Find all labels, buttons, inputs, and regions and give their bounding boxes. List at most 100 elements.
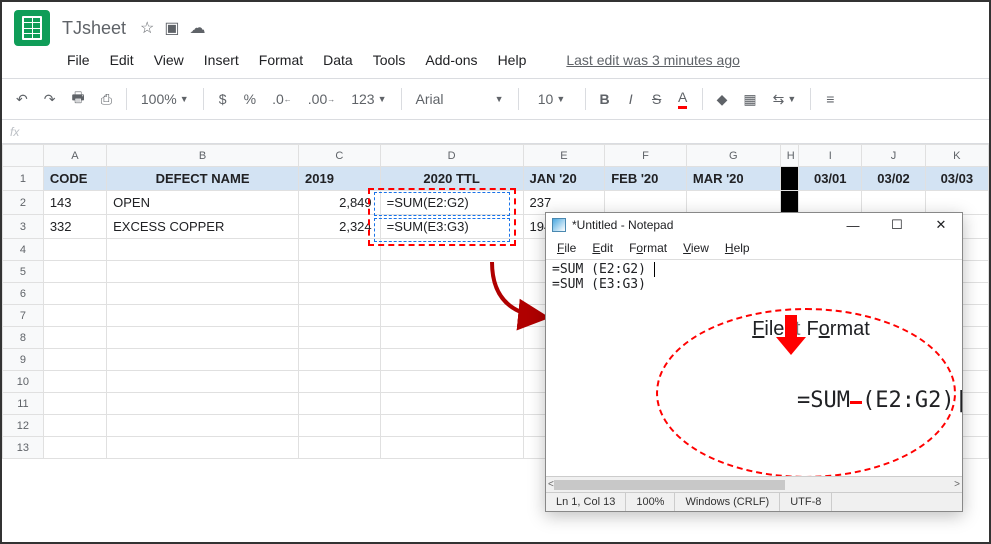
cell[interactable]	[107, 371, 299, 393]
cell[interactable]	[380, 327, 523, 349]
cell[interactable]	[299, 327, 381, 349]
cell[interactable]	[799, 191, 862, 215]
decrease-decimal-button[interactable]: .0←	[266, 87, 298, 111]
cell[interactable]	[299, 371, 381, 393]
cell[interactable]: DEFECT NAME	[107, 167, 299, 191]
menu-file[interactable]: File	[58, 48, 99, 72]
cell[interactable]: EXCESS COPPER	[107, 215, 299, 239]
undo-button[interactable]: ↶	[10, 87, 34, 112]
row-header[interactable]: 13	[3, 437, 44, 459]
cell[interactable]	[107, 437, 299, 459]
cell[interactable]	[380, 283, 523, 305]
cell[interactable]	[107, 283, 299, 305]
cell[interactable]: 03/03	[925, 167, 988, 191]
redo-button[interactable]: ↷	[38, 87, 62, 112]
cell[interactable]: MAR '20	[686, 167, 780, 191]
cell[interactable]	[107, 327, 299, 349]
menu-insert[interactable]: Insert	[195, 48, 248, 72]
text-color-button[interactable]: A	[672, 85, 694, 113]
col-header-H[interactable]: H	[780, 145, 798, 167]
cell[interactable]: 2019	[299, 167, 381, 191]
cell[interactable]	[107, 349, 299, 371]
cell[interactable]	[299, 415, 381, 437]
percent-button[interactable]: %	[238, 87, 262, 111]
close-button[interactable]: ✕	[922, 217, 960, 233]
cell[interactable]	[43, 393, 106, 415]
col-header-K[interactable]: K	[925, 145, 988, 167]
menu-addons[interactable]: Add-ons	[416, 48, 486, 72]
cell[interactable]	[107, 239, 299, 261]
cell[interactable]	[605, 191, 687, 215]
cell[interactable]	[380, 415, 523, 437]
cell[interactable]	[380, 261, 523, 283]
cloud-icon[interactable]: ☁	[190, 18, 206, 38]
row-header[interactable]: 10	[3, 371, 44, 393]
row-header[interactable]: 1	[3, 167, 44, 191]
italic-button[interactable]: I	[620, 87, 642, 111]
col-header-E[interactable]: E	[523, 145, 605, 167]
row-header[interactable]: 4	[3, 239, 44, 261]
maximize-button[interactable]: ☐	[878, 217, 916, 233]
menu-edit[interactable]: Edit	[101, 48, 143, 72]
cell[interactable]	[107, 261, 299, 283]
cell[interactable]: 2,324	[299, 215, 381, 239]
cell[interactable]: 03/01	[799, 167, 862, 191]
last-edit-link[interactable]: Last edit was 3 minutes ago	[557, 48, 749, 72]
notepad-titlebar[interactable]: *Untitled - Notepad — ☐ ✕	[546, 213, 962, 237]
row-header[interactable]: 12	[3, 415, 44, 437]
row-header[interactable]: 5	[3, 261, 44, 283]
cell[interactable]: 143	[43, 191, 106, 215]
currency-button[interactable]: $	[212, 87, 234, 111]
cell-formula[interactable]: =SUM(E2:G2)	[380, 191, 523, 215]
menu-help[interactable]: Help	[489, 48, 536, 72]
move-folder-icon[interactable]: ▣	[164, 18, 179, 38]
cell[interactable]	[43, 349, 106, 371]
cell[interactable]	[925, 191, 988, 215]
cell[interactable]	[380, 349, 523, 371]
np-menu-view[interactable]: View	[676, 239, 716, 257]
horizontal-align-button[interactable]: ≡	[819, 87, 841, 111]
row-header[interactable]: 11	[3, 393, 44, 415]
font-dropdown[interactable]: Arial▼	[410, 87, 510, 111]
row-header[interactable]: 8	[3, 327, 44, 349]
cell[interactable]	[43, 283, 106, 305]
cell[interactable]: CODE	[43, 167, 106, 191]
cell[interactable]: 332	[43, 215, 106, 239]
merge-cells-button[interactable]: ⇆▼	[767, 87, 803, 112]
cell[interactable]	[107, 415, 299, 437]
cell[interactable]	[380, 305, 523, 327]
font-size-dropdown[interactable]: 10▼	[527, 87, 577, 111]
row-header[interactable]: 6	[3, 283, 44, 305]
np-menu-help[interactable]: Help	[718, 239, 757, 257]
formula-bar[interactable]: fx	[2, 120, 989, 144]
zoom-dropdown[interactable]: 100%▼	[135, 87, 195, 111]
sheets-logo-icon[interactable]	[14, 10, 50, 46]
col-header-G[interactable]: G	[686, 145, 780, 167]
increase-decimal-button[interactable]: .00→	[302, 87, 341, 111]
menu-data[interactable]: Data	[314, 48, 362, 72]
col-header-I[interactable]: I	[799, 145, 862, 167]
cell[interactable]	[862, 191, 925, 215]
row-header[interactable]: 2	[3, 191, 44, 215]
cell[interactable]: OPEN	[107, 191, 299, 215]
col-header-F[interactable]: F	[605, 145, 687, 167]
cell[interactable]	[780, 191, 798, 215]
notepad-text-area[interactable]: =SUM (E2:G2) =SUM (E3:G3) FFileile it Fo…	[546, 259, 962, 476]
row-header[interactable]: 3	[3, 215, 44, 239]
cell[interactable]	[43, 371, 106, 393]
bold-button[interactable]: B	[594, 87, 616, 111]
notepad-scrollbar[interactable]: < >	[546, 476, 962, 492]
cell[interactable]: 237	[523, 191, 605, 215]
cell[interactable]	[299, 437, 381, 459]
select-all-cell[interactable]	[3, 145, 44, 167]
paint-format-button[interactable]: ⎙	[95, 87, 118, 112]
menu-format[interactable]: Format	[250, 48, 312, 72]
cell[interactable]: JAN '20	[523, 167, 605, 191]
col-header-C[interactable]: C	[299, 145, 381, 167]
cell[interactable]	[107, 393, 299, 415]
cell[interactable]	[380, 371, 523, 393]
cell[interactable]	[299, 349, 381, 371]
cell[interactable]	[380, 239, 523, 261]
cell[interactable]	[43, 327, 106, 349]
row-header[interactable]: 7	[3, 305, 44, 327]
